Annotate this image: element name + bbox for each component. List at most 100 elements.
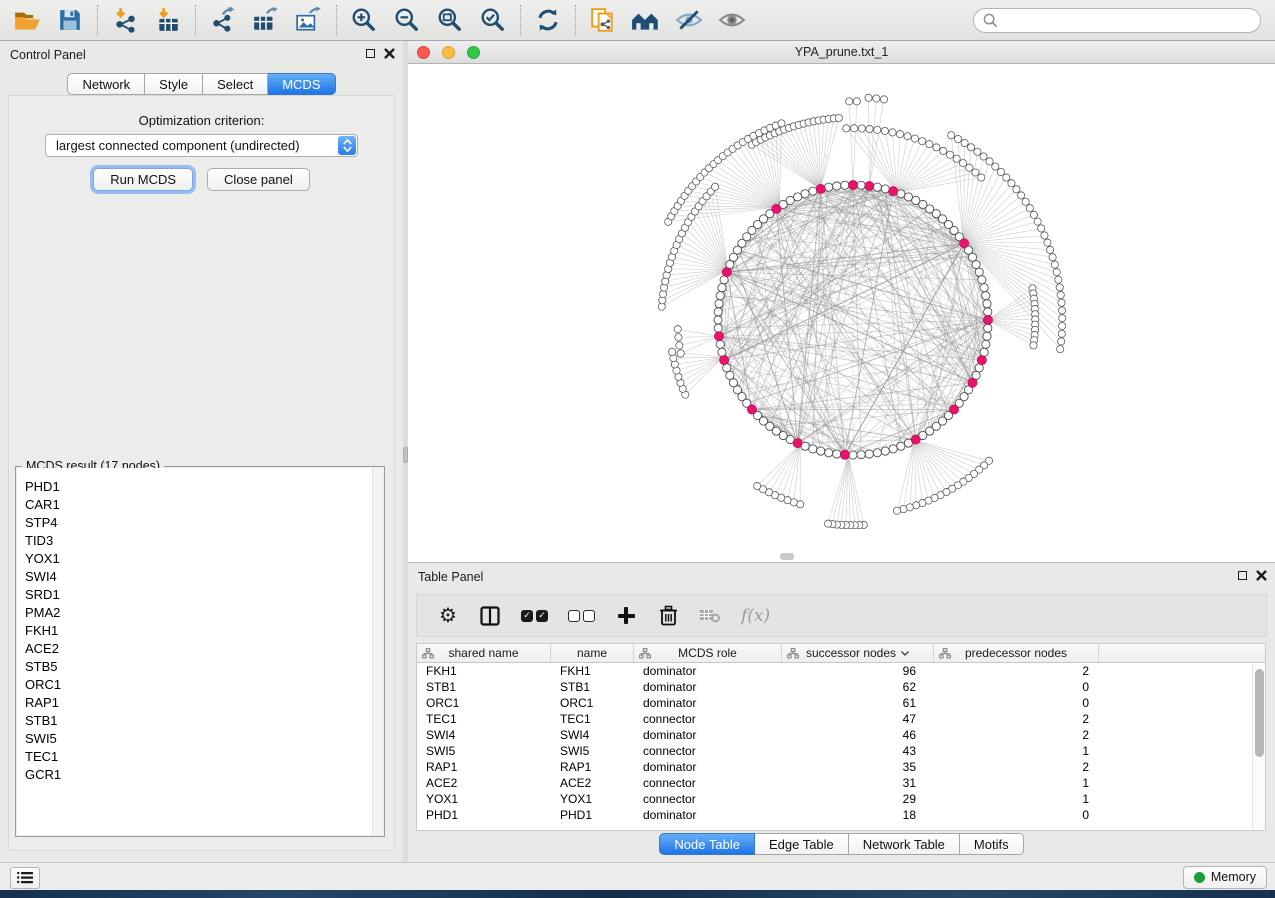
mcds-node-item[interactable]: ORC1 (17, 675, 383, 693)
table-cell: FKH1 (417, 664, 551, 678)
mcds-list-scrollbar[interactable] (372, 468, 383, 835)
import-network-icon[interactable] (110, 5, 140, 35)
deselect-all-checkboxes-icon[interactable] (568, 604, 595, 628)
mcds-node-item[interactable]: SWI5 (17, 729, 383, 747)
function-builder-icon[interactable]: f(x) (741, 604, 770, 628)
table-row[interactable]: PHD1PHD1dominator180 (417, 807, 1265, 823)
table-cell: YOX1 (551, 792, 634, 806)
close-table-panel-icon[interactable] (1256, 570, 1267, 581)
tab-network-table[interactable]: Network Table (849, 833, 960, 855)
tab-edge-table[interactable]: Edge Table (755, 833, 849, 855)
delete-columns-icon[interactable] (657, 604, 679, 628)
table-row[interactable]: FKH1FKH1dominator962 (417, 663, 1265, 679)
float-panel-icon[interactable] (366, 49, 375, 58)
node-table: shared namenameMCDS rolesuccessor nodesp… (416, 643, 1266, 831)
tab-style[interactable]: Style (145, 73, 203, 95)
zoom-fit-icon[interactable] (435, 5, 465, 35)
delete-table-icon[interactable] (699, 604, 721, 628)
tab-node-table[interactable]: Node Table (659, 833, 755, 855)
mcds-node-item[interactable]: TID3 (17, 531, 383, 549)
status-bar: Memory (0, 862, 1275, 890)
mcds-node-item[interactable]: ACE2 (17, 639, 383, 657)
network-hscrollbar[interactable] (780, 553, 794, 560)
criterion-dropdown[interactable]: largest connected component (undirected) (45, 134, 358, 157)
hide-selected-icon[interactable] (674, 5, 704, 35)
save-session-icon[interactable] (55, 5, 85, 35)
close-panel-button[interactable]: Close panel (207, 168, 310, 191)
table-cell: 0 (934, 680, 1099, 694)
tab-motifs[interactable]: Motifs (960, 833, 1024, 855)
export-table-icon[interactable] (251, 5, 281, 35)
column-header-name[interactable]: name (551, 644, 634, 662)
create-column-icon[interactable] (615, 604, 637, 628)
mcds-node-item[interactable]: SRD1 (17, 585, 383, 603)
close-panel-icon[interactable] (384, 48, 395, 59)
task-history-button[interactable] (10, 867, 40, 889)
column-header-MCDS-role[interactable]: MCDS role (634, 644, 782, 662)
memory-button[interactable]: Memory (1183, 866, 1267, 889)
column-header-successor-nodes[interactable]: successor nodes (782, 644, 934, 662)
clone-network-icon[interactable] (588, 5, 618, 35)
table-cell: 47 (782, 712, 934, 726)
select-all-checkboxes-icon[interactable]: ✓✓ (521, 604, 548, 628)
table-cell: 61 (782, 696, 934, 710)
table-row[interactable]: YOX1YOX1connector291 (417, 791, 1265, 807)
table-vscrollbar[interactable] (1252, 664, 1265, 829)
mcds-node-item[interactable]: STB5 (17, 657, 383, 675)
column-header-predecessor-nodes[interactable]: predecessor nodes (934, 644, 1099, 662)
network-canvas[interactable] (408, 64, 1275, 562)
search-input[interactable] (1004, 13, 1251, 28)
import-table-icon[interactable] (153, 5, 183, 35)
mcds-node-item[interactable]: SWI4 (17, 567, 383, 585)
mcds-node-item[interactable]: TEC1 (17, 747, 383, 765)
table-row[interactable]: ORC1ORC1dominator610 (417, 695, 1265, 711)
first-neighbors-icon[interactable] (631, 5, 661, 35)
tab-select[interactable]: Select (203, 73, 268, 95)
table-cell: 2 (934, 664, 1099, 678)
mcds-node-item[interactable]: RAP1 (17, 693, 383, 711)
zoom-out-icon[interactable] (392, 5, 422, 35)
mcds-node-item[interactable]: YOX1 (17, 549, 383, 567)
run-mcds-button[interactable]: Run MCDS (93, 168, 193, 191)
mcds-node-item[interactable]: STB1 (17, 711, 383, 729)
table-row[interactable]: SWI4SWI4dominator462 (417, 727, 1265, 743)
table-cell: TEC1 (551, 712, 634, 726)
refresh-view-icon[interactable] (533, 5, 563, 35)
export-network-icon[interactable] (208, 5, 238, 35)
mcds-node-item[interactable]: CAR1 (17, 495, 383, 513)
network-graph[interactable] (408, 64, 1275, 563)
mcds-node-item[interactable]: FKH1 (17, 621, 383, 639)
control-panel-header: Control Panel (0, 41, 403, 68)
table-cell: YOX1 (417, 792, 551, 806)
mcds-node-item[interactable]: PMA2 (17, 603, 383, 621)
table-cell: FKH1 (551, 664, 634, 678)
export-image-icon[interactable] (294, 5, 324, 35)
table-row[interactable]: STB1STB1dominator620 (417, 679, 1265, 695)
node-table-body: FKH1FKH1dominator962STB1STB1dominator620… (417, 663, 1265, 823)
table-options-gear-icon[interactable]: ⚙ (437, 604, 459, 628)
zoom-in-icon[interactable] (349, 5, 379, 35)
float-table-panel-icon[interactable] (1238, 571, 1247, 580)
show-all-icon[interactable] (717, 5, 747, 35)
table-vscrollbar-thumb[interactable] (1255, 669, 1264, 757)
mcds-node-item[interactable]: PHD1 (17, 477, 383, 495)
tab-mcds[interactable]: MCDS (268, 73, 335, 95)
table-row[interactable]: SWI5SWI5connector431 (417, 743, 1265, 759)
control-panel-tabs: NetworkStyleSelectMCDS (67, 73, 335, 95)
mcds-node-item[interactable]: STP4 (17, 513, 383, 531)
mcds-node-item[interactable]: GCR1 (17, 765, 383, 783)
tab-network[interactable]: Network (67, 73, 145, 95)
table-cell: 62 (782, 680, 934, 694)
table-row[interactable]: TEC1TEC1connector472 (417, 711, 1265, 727)
table-cell: dominator (634, 680, 782, 694)
zoom-selected-icon[interactable] (478, 5, 508, 35)
column-header-shared-name[interactable]: shared name (417, 644, 551, 662)
table-cell: connector (634, 776, 782, 790)
open-file-icon[interactable] (12, 5, 42, 35)
table-cell: STB1 (551, 680, 634, 694)
show-columns-icon[interactable] (479, 604, 501, 628)
table-row[interactable]: ACE2ACE2connector311 (417, 775, 1265, 791)
search-box[interactable] (973, 8, 1261, 33)
table-row[interactable]: RAP1RAP1dominator352 (417, 759, 1265, 775)
criterion-dropdown-value: largest connected component (undirected) (56, 138, 300, 153)
